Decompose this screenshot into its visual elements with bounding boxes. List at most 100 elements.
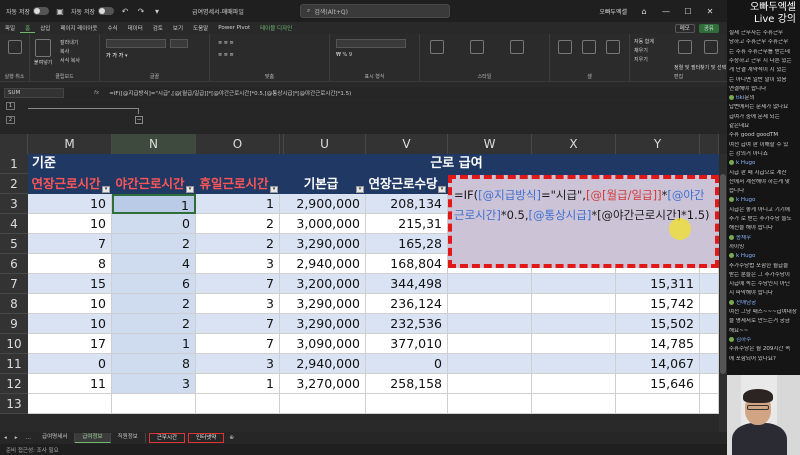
table-cell[interactable]: 7: [196, 274, 280, 294]
table-cell[interactable]: [448, 294, 532, 314]
tab-insert[interactable]: 삽입: [35, 24, 55, 32]
fx-icon[interactable]: fx: [94, 90, 99, 96]
table-cell[interactable]: 11: [28, 374, 112, 394]
table-cell[interactable]: 377,010: [366, 334, 448, 354]
table-cell[interactable]: 3,200,000: [284, 274, 366, 294]
table-cell[interactable]: 10: [28, 214, 112, 234]
vertical-scrollbar[interactable]: [719, 154, 727, 432]
format-painter-button[interactable]: 서식 복사: [60, 57, 80, 64]
tab-table-design[interactable]: 테이블 디자인: [255, 24, 297, 32]
table-cell[interactable]: 7: [196, 314, 280, 334]
row-header-11[interactable]: 11: [0, 354, 28, 374]
table-cell[interactable]: 3,000,000: [284, 214, 366, 234]
row-header-13[interactable]: 13: [0, 394, 28, 414]
sheet-tab-extra[interactable]: 인터넷약: [188, 433, 225, 443]
user-name[interactable]: 오빠두엑셀: [599, 7, 627, 16]
table-cell[interactable]: 2,940,000: [284, 254, 366, 274]
table-cell[interactable]: 236,124: [366, 294, 448, 314]
table-cell[interactable]: 168,804: [366, 254, 448, 274]
formula-input[interactable]: =IF([@지급방식]="시급",[@[월급/일급]]*[@야간근로시간]*0.…: [109, 89, 351, 97]
sheet-nav-next-icon[interactable]: ▸: [11, 435, 22, 441]
table-cell-empty[interactable]: [448, 394, 532, 414]
delete-cells-icon[interactable]: [582, 40, 596, 54]
table-cell[interactable]: 258,158: [366, 374, 448, 394]
undo-big-icon[interactable]: [8, 40, 22, 54]
table-cell[interactable]: 3: [196, 254, 280, 274]
align-top-icon[interactable]: ≡ ≡ ≡: [218, 40, 234, 46]
table-header-U[interactable]: 기본급: [284, 174, 366, 194]
table-cell[interactable]: [700, 374, 719, 394]
table-cell[interactable]: [448, 314, 532, 334]
fill-button[interactable]: 채우기: [634, 47, 648, 54]
insert-cells-icon[interactable]: [558, 40, 572, 54]
autosave-toggle[interactable]: 자동 저장: [6, 7, 49, 16]
table-cell[interactable]: 208,134: [366, 194, 448, 214]
filter-dropdown-N[interactable]: ▾: [186, 186, 194, 193]
table-cell[interactable]: 3,290,000: [284, 234, 366, 254]
search-input[interactable]: ⌕ 검색(Alt+Q): [300, 4, 450, 18]
tab-home[interactable]: 홈: [20, 24, 36, 33]
autosum-button[interactable]: 자동 합계: [634, 38, 654, 45]
column-header-V[interactable]: V: [366, 134, 448, 154]
table-cell[interactable]: [532, 354, 616, 374]
table-cell[interactable]: 15,646: [616, 374, 700, 394]
column-header-U[interactable]: U: [284, 134, 366, 154]
cut-button[interactable]: 잘라내기: [60, 39, 78, 46]
row-header-12[interactable]: 12: [0, 374, 28, 394]
table-cell[interactable]: 10: [28, 314, 112, 334]
tab-view[interactable]: 보기: [168, 24, 188, 32]
sheet-nav-more-icon[interactable]: …: [22, 435, 36, 441]
table-cell[interactable]: 1: [112, 334, 196, 354]
share-button[interactable]: 공유: [698, 23, 719, 33]
format-table-icon[interactable]: [470, 40, 484, 54]
find-select-button[interactable]: 찾기 및 선택: [700, 64, 726, 71]
table-cell[interactable]: 15,502: [616, 314, 700, 334]
table-cell[interactable]: 15,742: [616, 294, 700, 314]
sheet-tab-employee[interactable]: 직원정보: [111, 433, 146, 443]
table-cell[interactable]: [448, 354, 532, 374]
table-cell[interactable]: 2,900,000: [284, 194, 366, 214]
number-format-select[interactable]: [336, 39, 406, 48]
conditional-format-icon[interactable]: [430, 40, 444, 54]
table-cell-empty[interactable]: [196, 394, 280, 414]
table-cell[interactable]: 3,290,000: [284, 314, 366, 334]
filter-dropdown-V[interactable]: ▾: [438, 186, 446, 193]
column-header-Y[interactable]: Y: [616, 134, 700, 154]
table-cell[interactable]: 1: [112, 194, 196, 214]
table-cell[interactable]: [700, 294, 719, 314]
customize-icon[interactable]: ▾: [152, 6, 162, 16]
table-cell[interactable]: 1: [196, 194, 280, 214]
column-header-W[interactable]: W: [448, 134, 532, 154]
tab-page-layout[interactable]: 페이지 레이아웃: [55, 24, 102, 32]
table-cell[interactable]: [532, 334, 616, 354]
outline-level-2[interactable]: 2: [6, 116, 15, 124]
clear-button[interactable]: 지우기: [634, 56, 648, 63]
copy-button[interactable]: 복사: [60, 48, 69, 55]
font-name-select[interactable]: [106, 39, 166, 48]
table-cell[interactable]: [700, 314, 719, 334]
table-cell[interactable]: [700, 354, 719, 374]
autosave2-toggle[interactable]: 자동 저장: [71, 7, 114, 16]
paste-button[interactable]: 붙여넣기: [34, 59, 52, 66]
table-header-O[interactable]: 휴일근로시간: [196, 174, 280, 194]
table-cell[interactable]: [532, 314, 616, 334]
table-cell-empty[interactable]: [112, 394, 196, 414]
table-cell[interactable]: 6: [112, 274, 196, 294]
table-cell[interactable]: 2: [112, 234, 196, 254]
find-icon[interactable]: [704, 40, 718, 54]
row-header-7[interactable]: 7: [0, 274, 28, 294]
table-cell[interactable]: 7: [28, 234, 112, 254]
table-cell[interactable]: 0: [112, 214, 196, 234]
table-cell[interactable]: 215,31: [366, 214, 448, 234]
table-cell-empty[interactable]: [700, 394, 719, 414]
table-cell[interactable]: 3: [196, 294, 280, 314]
tab-power-pivot[interactable]: Power Pivot: [213, 25, 255, 31]
column-header-next[interactable]: [700, 134, 719, 154]
ribbon-options-icon[interactable]: ⌂: [633, 7, 655, 16]
table-cell[interactable]: 2: [196, 234, 280, 254]
outline-collapse-button[interactable]: −: [135, 116, 143, 124]
cell-styles-icon[interactable]: [510, 40, 524, 54]
save-icon[interactable]: ▣: [55, 6, 65, 16]
table-cell[interactable]: [700, 274, 719, 294]
section-header-pay[interactable]: 근로 급여: [284, 154, 719, 174]
